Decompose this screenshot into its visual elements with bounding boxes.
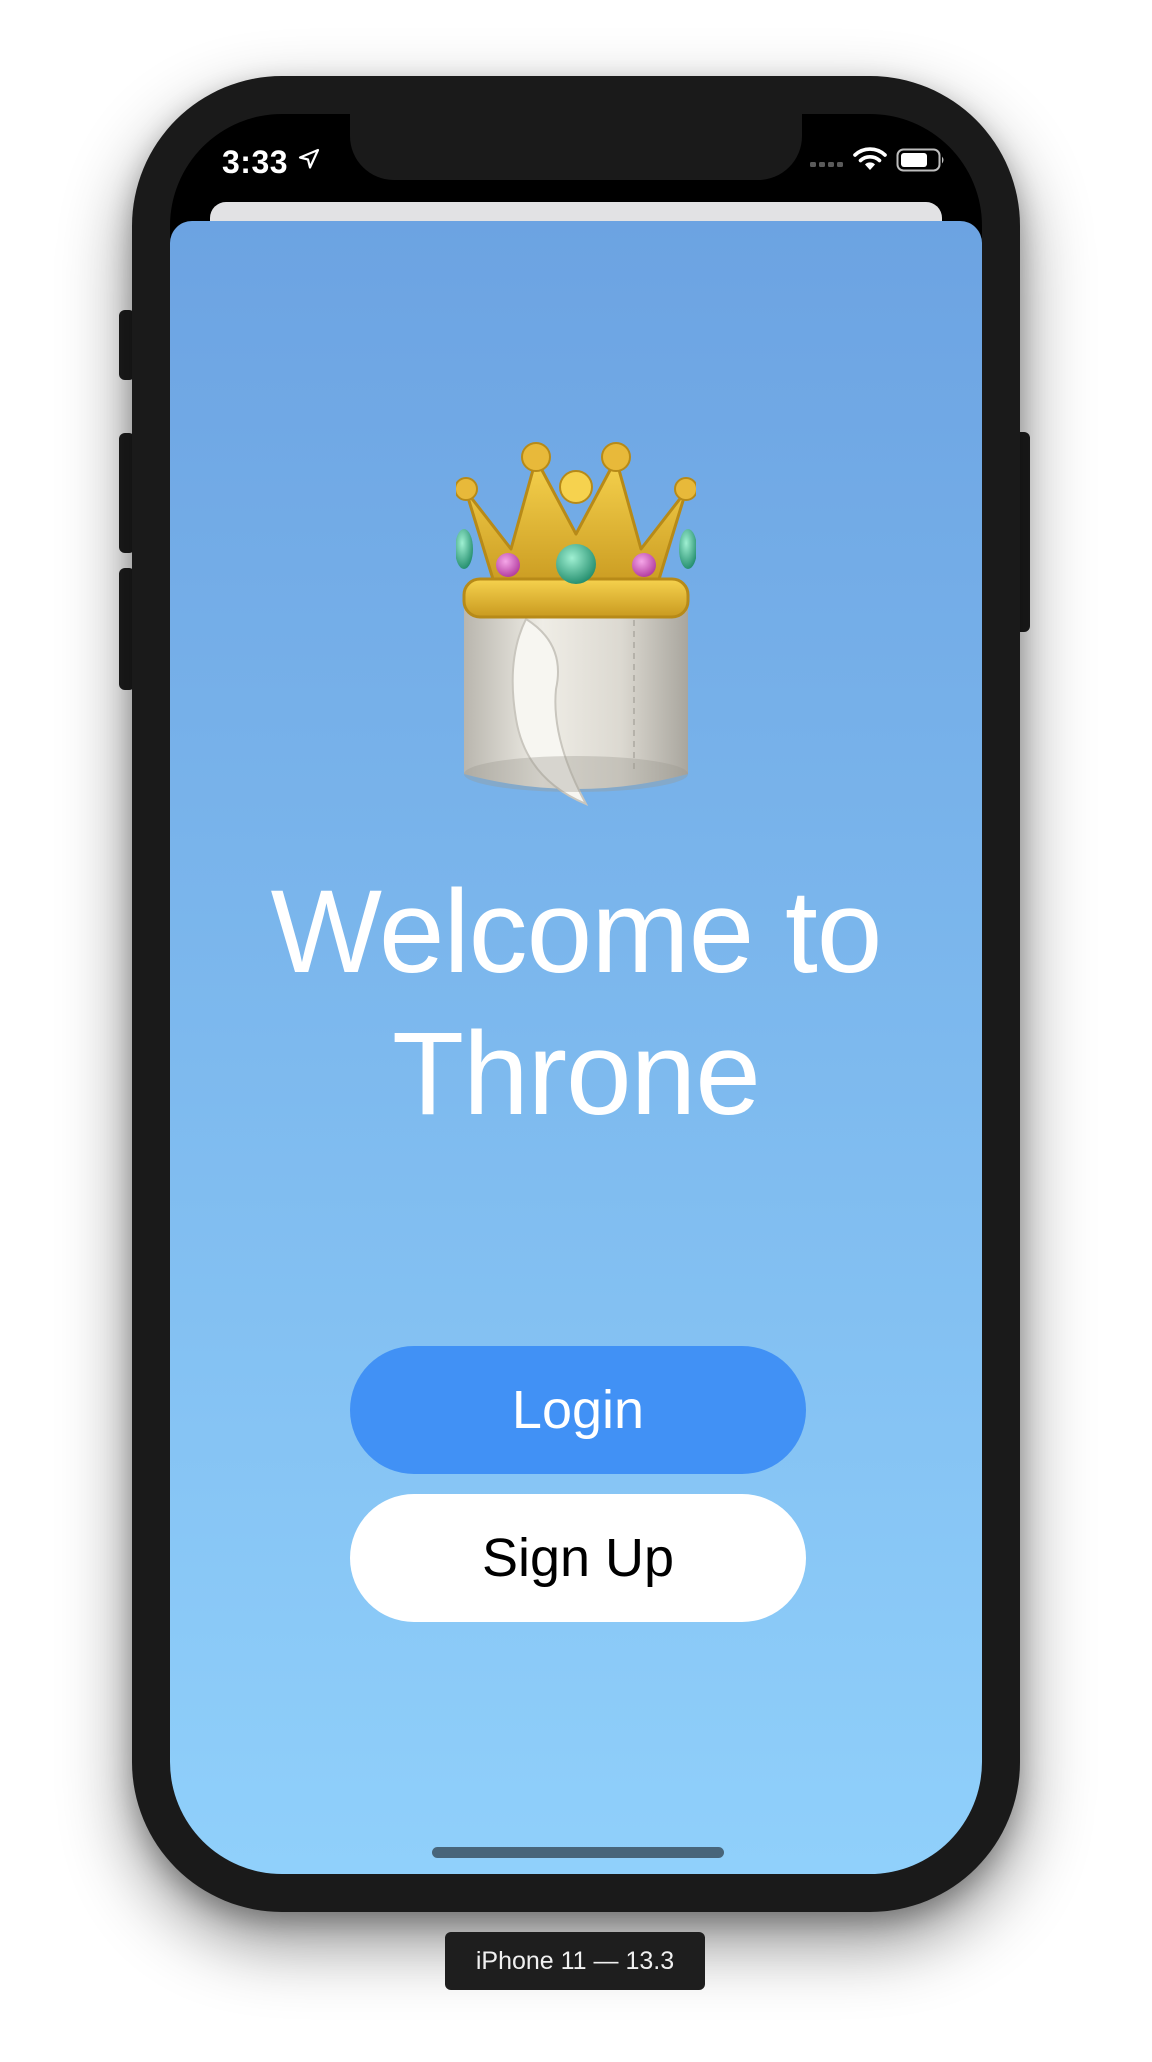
simulator-stage: 3:33 Welcome to Throne Login Sign Up iPh… bbox=[0, 0, 1152, 2062]
welcome-title-line-1: Welcome to bbox=[270, 866, 883, 998]
cellular-signal-icon bbox=[810, 154, 846, 173]
battery-icon bbox=[896, 148, 946, 177]
wifi-icon bbox=[853, 146, 887, 177]
phone-screen: 3:33 Welcome to Throne Login Sign Up bbox=[170, 114, 982, 1874]
simulator-device-label: iPhone 11 — 13.3 bbox=[445, 1932, 705, 1990]
home-indicator[interactable] bbox=[432, 1847, 724, 1858]
location-arrow-icon bbox=[298, 148, 320, 175]
welcome-title-line-2: Throne bbox=[392, 1008, 761, 1140]
crown-towel-emoji bbox=[454, 419, 698, 809]
login-button[interactable]: Login bbox=[350, 1346, 806, 1474]
status-time: 3:33 bbox=[222, 144, 289, 180]
sign-up-button[interactable]: Sign Up bbox=[350, 1494, 806, 1622]
notch bbox=[350, 114, 802, 180]
welcome-title: Welcome to Throne bbox=[170, 861, 982, 1145]
welcome-sheet: Welcome to Throne Login Sign Up bbox=[170, 221, 982, 1874]
iphone-frame: 3:33 Welcome to Throne Login Sign Up bbox=[132, 76, 1020, 1912]
